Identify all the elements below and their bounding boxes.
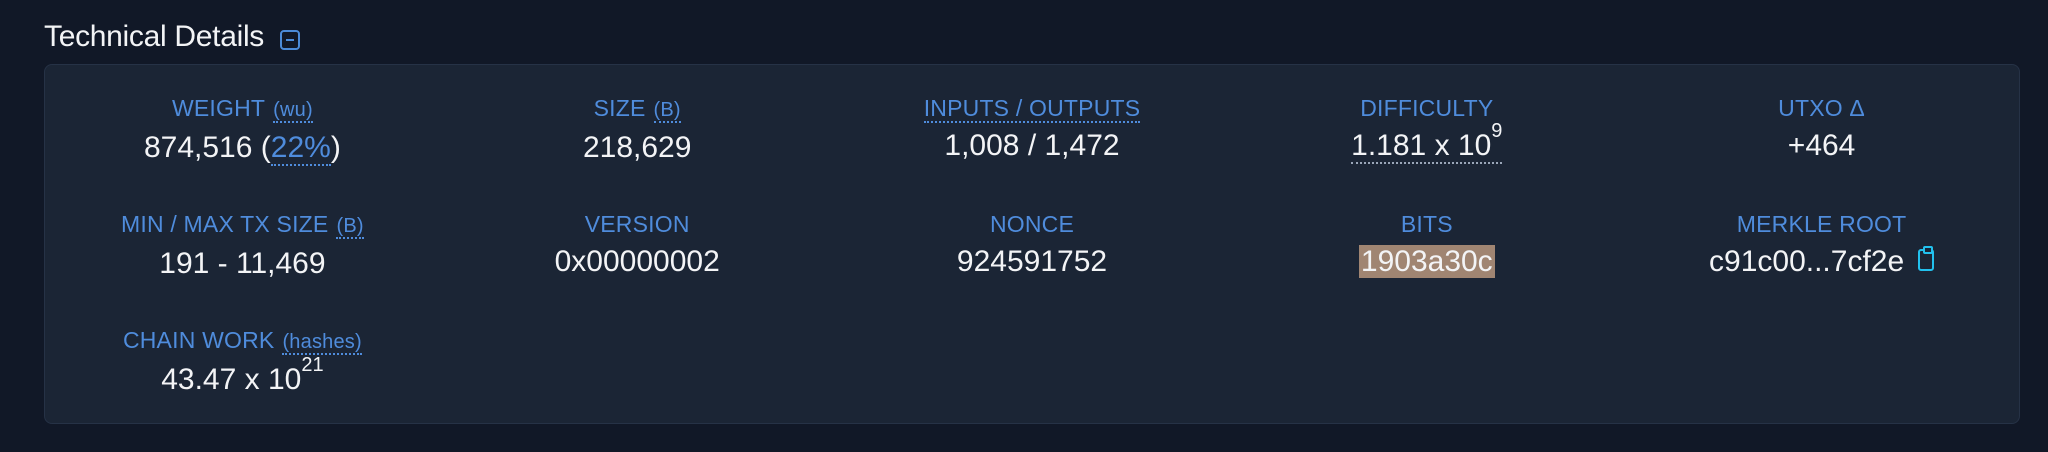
minmax-cell: MIN / MAX TX SIZE (B) 191 - 11,469 — [45, 209, 440, 325]
weight-unit[interactable]: (wu) — [273, 99, 313, 123]
nonce-cell: NONCE 924591752 — [835, 209, 1230, 325]
difficulty-value[interactable]: 1.181 x 109 — [1229, 121, 1624, 167]
io-cell: INPUTS / OUTPUTS 1,008 / 1,472 — [835, 93, 1230, 209]
section-header: Technical Details — [44, 20, 301, 54]
utxo-cell: UTXO Δ +464 — [1624, 93, 2019, 209]
minmax-unit[interactable]: (B) — [336, 215, 364, 239]
chainwork-value: 43.47 x 1021 — [161, 354, 324, 396]
bits-value[interactable]: 1903a30c — [1358, 245, 1495, 278]
io-value: 1,008 / 1,472 — [944, 129, 1120, 162]
weight-value: 874,516 (22%) — [143, 131, 341, 166]
version-label: VERSION — [584, 211, 690, 237]
merkle-value-row: c91c00...7cf2e — [1624, 241, 2019, 283]
collapse-icon[interactable] — [280, 30, 301, 50]
details-grid: WEIGHT (wu) 874,516 (22%) SIZE (B) 218,629… — [45, 65, 2019, 441]
weight-label: WEIGHT (wu) — [171, 95, 313, 123]
bits-label: BITS — [1400, 211, 1453, 237]
chainwork-unit[interactable]: (hashes) — [282, 331, 362, 355]
minmax-label: MIN / MAX TX SIZE (B) — [121, 211, 364, 239]
size-cell: SIZE (B) 218,629 — [440, 93, 835, 209]
version-value: 0x00000002 — [554, 245, 720, 278]
bits-value-row: 1903a30c — [1229, 241, 1624, 283]
io-label[interactable]: INPUTS / OUTPUTS — [835, 93, 1230, 123]
bits-cell: BITS 1903a30c — [1229, 209, 1624, 325]
size-unit[interactable]: (B) — [653, 99, 681, 123]
merkle-cell: MERKLE ROOT c91c00...7cf2e — [1624, 209, 2019, 325]
utxo-label: UTXO Δ — [1778, 95, 1865, 121]
utxo-value: +464 — [1787, 129, 1856, 162]
chainwork-label: CHAIN WORK (hashes) — [122, 327, 362, 355]
clipboard-icon[interactable] — [1918, 246, 1935, 272]
chainwork-cell: CHAIN WORK (hashes) 43.47 x 1021 — [45, 325, 440, 441]
weight-percent[interactable]: 22% — [270, 131, 331, 166]
size-label: SIZE (B) — [593, 95, 681, 123]
weight-cell: WEIGHT (wu) 874,516 (22%) — [45, 93, 440, 209]
difficulty-label: DIFFICULTY — [1360, 95, 1494, 121]
nonce-value: 924591752 — [956, 245, 1108, 278]
minmax-value: 191 - 11,469 — [159, 247, 326, 280]
section-title: Technical Details — [44, 20, 265, 53]
nonce-label: NONCE — [989, 211, 1075, 237]
difficulty-cell: DIFFICULTY 1.181 x 109 — [1229, 93, 1624, 209]
size-value: 218,629 — [582, 131, 692, 164]
merkle-value: c91c00...7cf2e — [1709, 245, 1905, 278]
version-cell: VERSION 0x00000002 — [440, 209, 835, 325]
merkle-label: MERKLE ROOT — [1736, 211, 1907, 237]
technical-details-card: WEIGHT (wu) 874,516 (22%) SIZE (B) 218,629… — [44, 64, 2020, 424]
